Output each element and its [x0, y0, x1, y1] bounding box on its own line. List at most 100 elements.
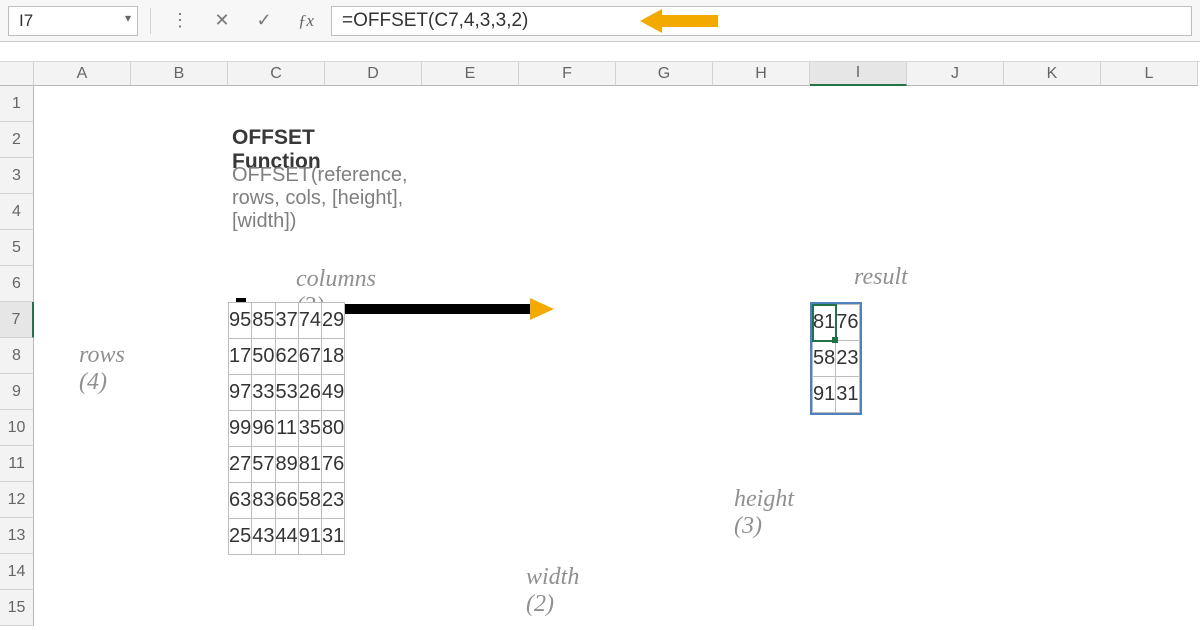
cell[interactable] — [519, 122, 616, 158]
cell[interactable] — [810, 446, 907, 482]
cell[interactable] — [810, 122, 907, 158]
cell[interactable] — [907, 194, 1004, 230]
cell[interactable] — [1004, 122, 1101, 158]
result-cell[interactable]: 81 — [813, 305, 836, 341]
cell[interactable] — [1004, 86, 1101, 122]
cell[interactable] — [810, 194, 907, 230]
col-header-K[interactable]: K — [1004, 62, 1101, 86]
cell[interactable] — [34, 122, 131, 158]
cell[interactable] — [616, 374, 713, 410]
cell[interactable] — [810, 266, 907, 302]
cell[interactable] — [616, 230, 713, 266]
col-header-E[interactable]: E — [422, 62, 519, 86]
row-header-13[interactable]: 13 — [0, 518, 34, 554]
cell[interactable] — [422, 122, 519, 158]
cell[interactable] — [422, 338, 519, 374]
cell[interactable] — [34, 410, 131, 446]
cell[interactable] — [519, 86, 616, 122]
cell[interactable] — [228, 122, 325, 158]
source-cell[interactable]: 58 — [298, 483, 321, 519]
source-cell[interactable]: 57 — [252, 447, 275, 483]
row-header-2[interactable]: 2 — [0, 122, 34, 158]
cell[interactable] — [713, 518, 810, 554]
row-header-1[interactable]: 1 — [0, 86, 34, 122]
cell[interactable] — [713, 482, 810, 518]
source-cell[interactable]: 97 — [229, 375, 252, 411]
cell[interactable] — [713, 230, 810, 266]
source-cell[interactable]: 66 — [275, 483, 298, 519]
cell[interactable] — [131, 482, 228, 518]
cell[interactable] — [1004, 410, 1101, 446]
source-cell[interactable]: 27 — [229, 447, 252, 483]
cell[interactable] — [713, 410, 810, 446]
cell[interactable] — [34, 158, 131, 194]
row-header-5[interactable]: 5 — [0, 230, 34, 266]
cell[interactable] — [1004, 194, 1101, 230]
cell[interactable] — [713, 266, 810, 302]
source-cell[interactable]: 63 — [229, 483, 252, 519]
cell[interactable] — [1004, 158, 1101, 194]
cell[interactable] — [810, 230, 907, 266]
cell[interactable] — [422, 302, 519, 338]
source-cell[interactable]: 49 — [322, 375, 345, 411]
cell[interactable] — [422, 446, 519, 482]
cell[interactable] — [34, 446, 131, 482]
col-header-F[interactable]: F — [519, 62, 616, 86]
cell[interactable] — [907, 302, 1004, 338]
name-box-dropdown-icon[interactable]: ▾ — [125, 11, 131, 25]
cell[interactable] — [131, 266, 228, 302]
cell[interactable] — [325, 122, 422, 158]
source-table[interactable]: 9585377429175062671897335326499996113580… — [228, 302, 345, 555]
source-cell[interactable]: 29 — [322, 303, 345, 339]
cell[interactable] — [907, 446, 1004, 482]
cell[interactable] — [228, 194, 325, 230]
source-cell[interactable]: 50 — [252, 339, 275, 375]
cell[interactable] — [131, 446, 228, 482]
cell[interactable] — [713, 302, 810, 338]
cell[interactable] — [713, 590, 810, 626]
cell[interactable] — [131, 338, 228, 374]
source-cell[interactable]: 99 — [229, 411, 252, 447]
cell[interactable] — [519, 374, 616, 410]
cell[interactable] — [422, 410, 519, 446]
cell[interactable] — [907, 410, 1004, 446]
source-cell[interactable]: 44 — [275, 519, 298, 555]
source-cell[interactable]: 91 — [298, 519, 321, 555]
cell[interactable] — [131, 374, 228, 410]
row-header-10[interactable]: 10 — [0, 410, 34, 446]
select-all-corner[interactable] — [0, 62, 34, 86]
cell[interactable] — [34, 554, 131, 590]
cell[interactable] — [422, 158, 519, 194]
cell[interactable] — [34, 302, 131, 338]
cell[interactable] — [131, 158, 228, 194]
cell[interactable] — [616, 338, 713, 374]
source-cell[interactable]: 23 — [322, 483, 345, 519]
source-cell[interactable]: 33 — [252, 375, 275, 411]
cell[interactable] — [422, 194, 519, 230]
row-header-11[interactable]: 11 — [0, 446, 34, 482]
cell[interactable] — [422, 518, 519, 554]
source-cell[interactable]: 62 — [275, 339, 298, 375]
col-header-A[interactable]: A — [34, 62, 131, 86]
cell[interactable] — [1004, 482, 1101, 518]
cell[interactable] — [1101, 122, 1198, 158]
cell[interactable] — [1101, 302, 1198, 338]
cell[interactable] — [1101, 194, 1198, 230]
cell[interactable] — [34, 266, 131, 302]
cell[interactable] — [1101, 482, 1198, 518]
row-header-9[interactable]: 9 — [0, 374, 34, 410]
cell[interactable] — [907, 554, 1004, 590]
cell[interactable] — [810, 590, 907, 626]
cell[interactable] — [1101, 410, 1198, 446]
cell[interactable] — [1101, 446, 1198, 482]
cell[interactable] — [34, 518, 131, 554]
cell[interactable] — [616, 590, 713, 626]
cell[interactable] — [616, 194, 713, 230]
cell[interactable] — [810, 410, 907, 446]
cell[interactable] — [907, 230, 1004, 266]
source-cell[interactable]: 53 — [275, 375, 298, 411]
cell[interactable] — [907, 338, 1004, 374]
cell[interactable] — [1004, 230, 1101, 266]
cell[interactable] — [34, 194, 131, 230]
source-cell[interactable]: 26 — [298, 375, 321, 411]
